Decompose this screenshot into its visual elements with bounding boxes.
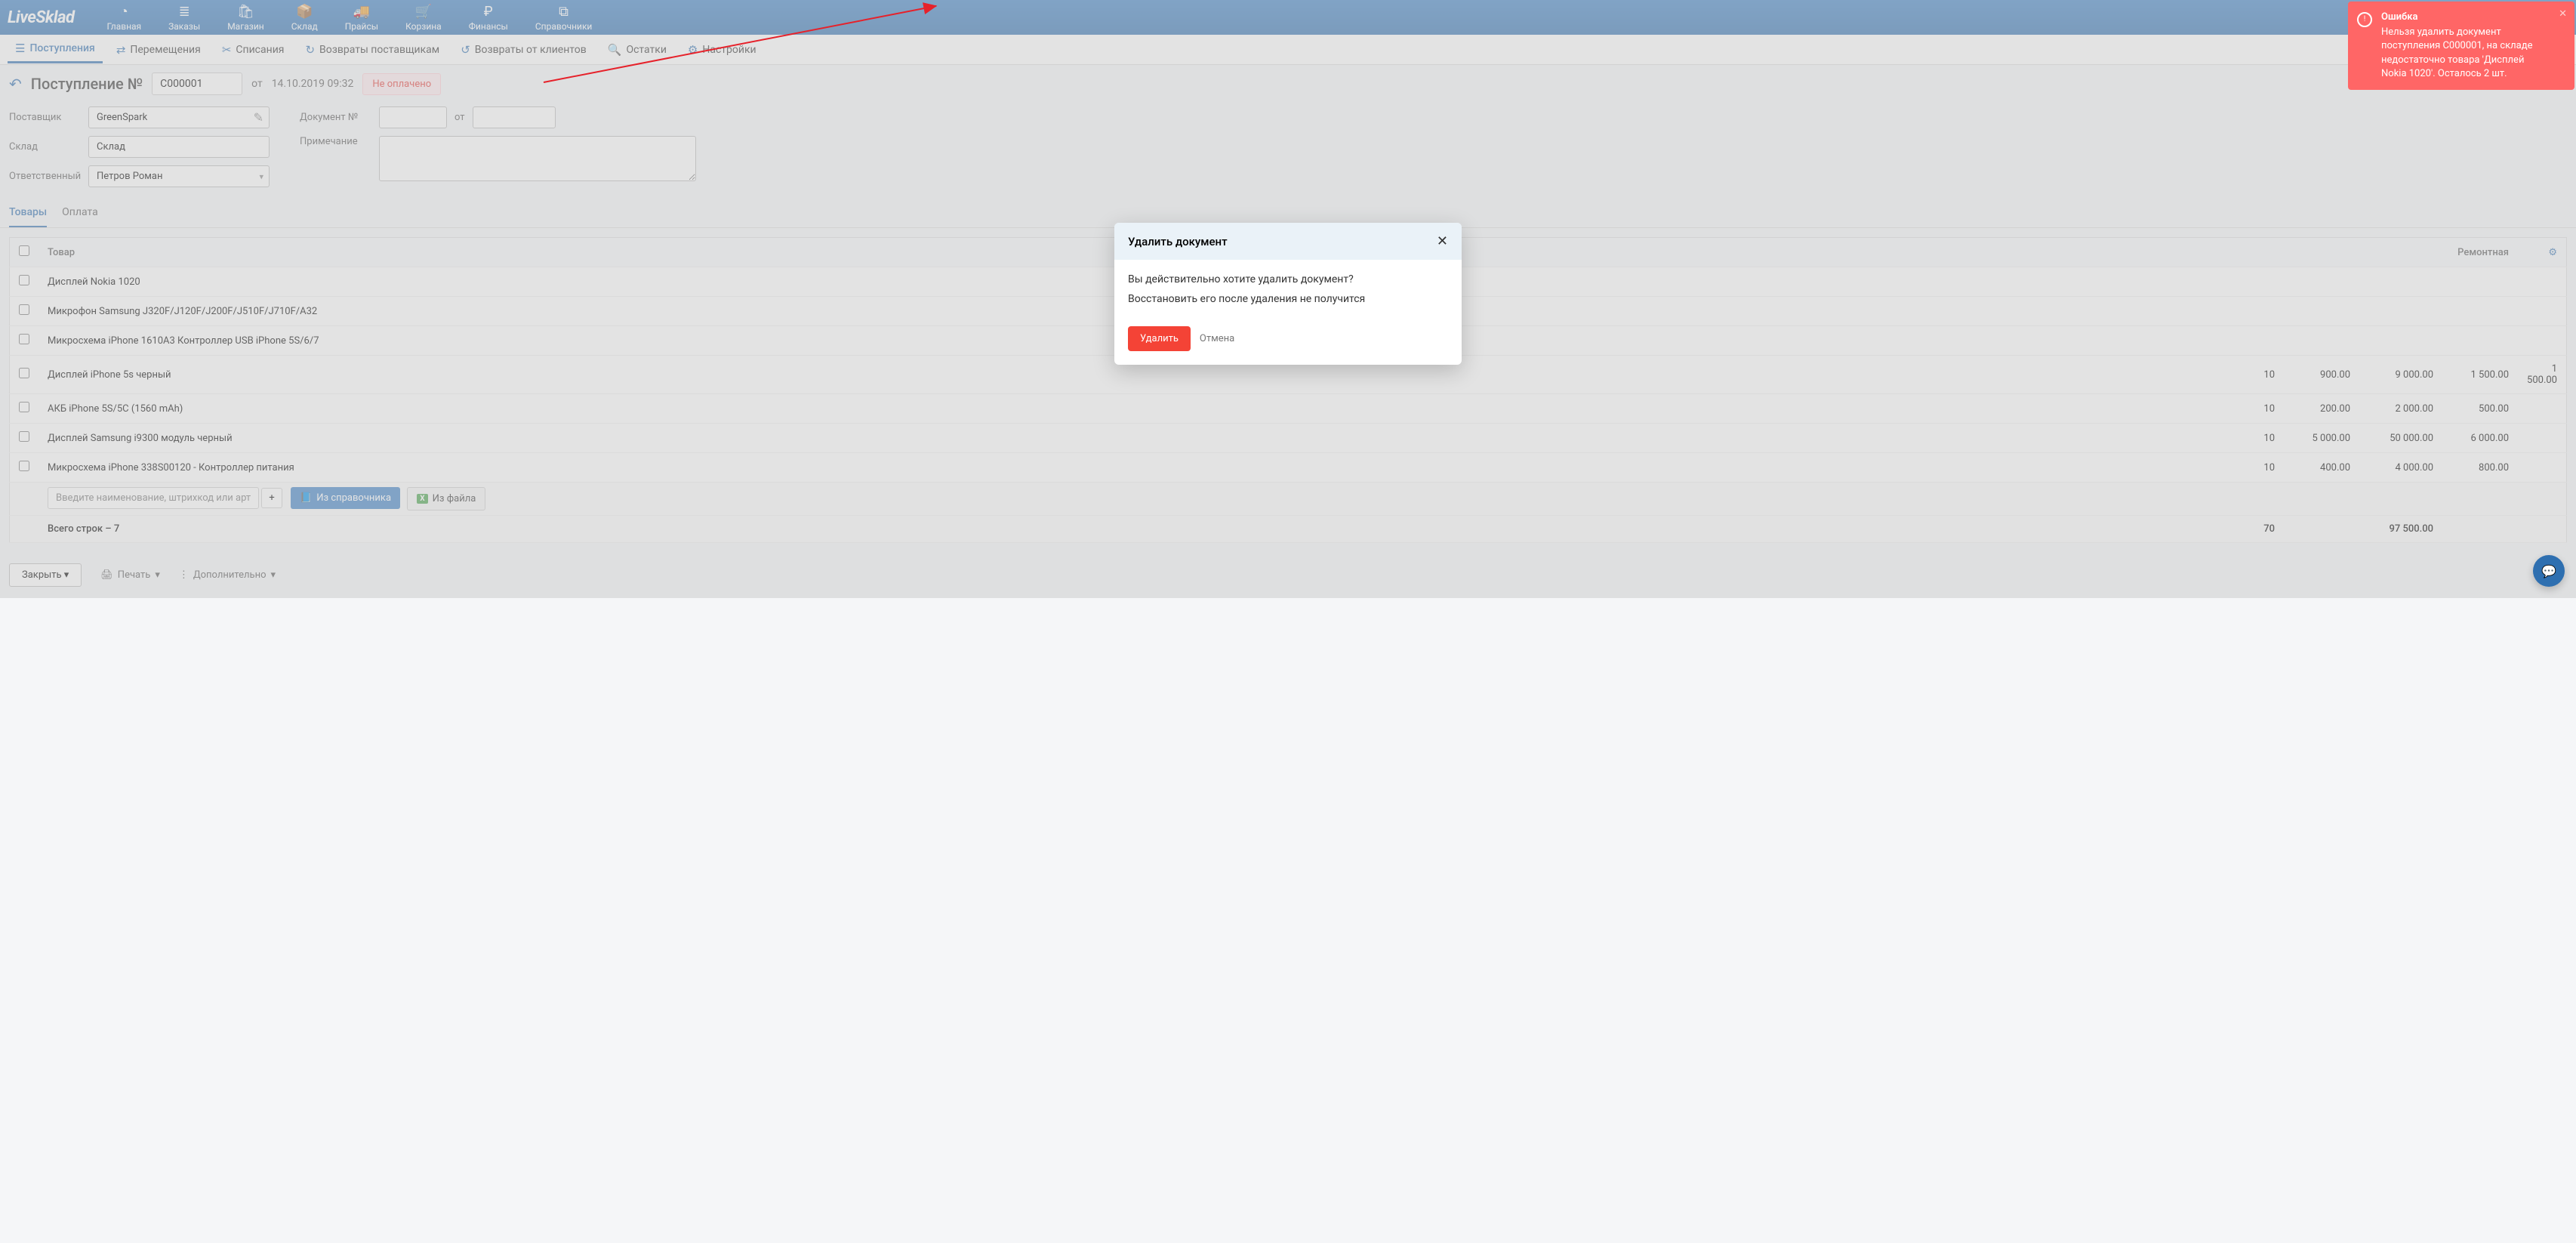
modal-line1: Вы действительно хотите удалить документ… — [1128, 273, 1448, 285]
toast-body: Нельзя удалить документ поступления C000… — [2381, 26, 2552, 81]
toast-close-icon[interactable]: ✕ — [2559, 8, 2567, 21]
modal-overlay: Удалить документ ✕ Вы действительно хоти… — [0, 0, 2576, 598]
error-toast: ! Ошибка Нельзя удалить документ поступл… — [2348, 2, 2574, 90]
modal-title: Удалить документ — [1128, 235, 1228, 248]
modal-close-icon[interactable]: ✕ — [1437, 233, 1448, 249]
modal-delete-button[interactable]: Удалить — [1128, 326, 1191, 351]
toast-title: Ошибка — [2381, 11, 2552, 24]
delete-modal: Удалить документ ✕ Вы действительно хоти… — [1114, 223, 1462, 365]
modal-cancel-button[interactable]: Отмена — [1200, 326, 1234, 351]
shield-alert-icon: ! — [2357, 12, 2372, 27]
chat-fab[interactable]: 💬 — [2533, 555, 2565, 587]
modal-line2: Восстановить его после удаления не получ… — [1128, 293, 1448, 305]
chat-icon: 💬 — [2541, 564, 2556, 578]
